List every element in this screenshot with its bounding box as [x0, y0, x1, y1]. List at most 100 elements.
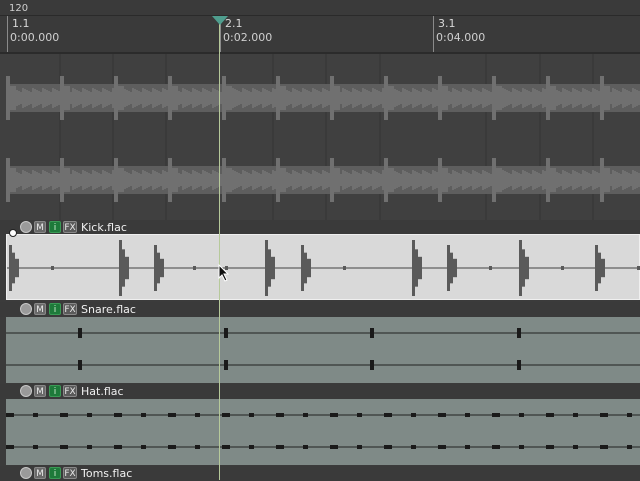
track-header[interactable]: M i FX Snare.flac [0, 302, 640, 317]
overview-wave-bar [150, 174, 152, 186]
overview-wave-bar [514, 171, 516, 189]
overview-wave-bar [496, 168, 498, 192]
fx-button[interactable]: FX [63, 303, 77, 315]
overview-wave-bar [296, 172, 298, 188]
fx-button[interactable]: FX [63, 221, 77, 233]
overview-wave-bar [330, 158, 332, 202]
timeline-ruler[interactable]: 120 1.1 0:00.000 2.1 0:02.000 3.1 0:04.0… [0, 0, 640, 54]
hat-hit [438, 445, 446, 449]
track-clip[interactable] [6, 317, 640, 383]
overview-wave-bar [274, 171, 276, 189]
track-snare[interactable]: M i FX Snare.flac [0, 302, 640, 384]
mute-button[interactable]: M [34, 303, 46, 315]
overview-wave-bar [554, 86, 556, 110]
overview-wave-bar [38, 91, 40, 105]
overview-wave-bar [86, 90, 88, 106]
overview-waveform[interactable] [0, 54, 640, 220]
track-clip[interactable] [6, 234, 640, 300]
overview-wave-bar [336, 86, 338, 110]
mute-button[interactable]: M [34, 467, 46, 479]
hat-hit [87, 413, 92, 417]
overview-wave-bar [372, 88, 374, 108]
overview-wave-bar [400, 174, 402, 186]
overview-wave-bar [450, 174, 452, 186]
overview-wave-bar [378, 173, 380, 187]
overview-wave-bar [416, 172, 418, 188]
track-name[interactable]: Snare.flac [81, 303, 136, 316]
selection-handle[interactable] [9, 229, 17, 237]
overview-wave-bar [456, 172, 458, 188]
overview-wave-bar [532, 170, 534, 190]
playhead-line[interactable] [219, 16, 220, 480]
overview-wave-bar [426, 90, 428, 106]
overview-wave-bar [126, 90, 128, 106]
overview-wave-bar [196, 172, 198, 188]
overview-wave-bar [540, 174, 542, 186]
overview-wave-bar [404, 171, 406, 189]
overview-wave-bar [476, 90, 478, 106]
overview-wave-bar [516, 172, 518, 188]
fx-button[interactable]: FX [63, 467, 77, 479]
track-kick[interactable]: M i FX Kick.flac [0, 220, 640, 302]
overview-wave-bar [98, 173, 100, 187]
overview-wave-bar [32, 88, 34, 108]
overview-wave-bar [302, 88, 304, 108]
overview-wave-bar [280, 168, 282, 192]
kick-ghost-hit [193, 266, 196, 270]
overview-wave-bar [140, 174, 142, 186]
record-input-button[interactable]: i [49, 385, 61, 397]
volume-knob-icon[interactable] [20, 467, 32, 479]
hat-hit [33, 413, 38, 417]
volume-knob-icon[interactable] [20, 303, 32, 315]
overview-wave-bar [292, 170, 294, 190]
overview-wave-bar [476, 172, 478, 188]
kick-hit [525, 256, 529, 280]
overview-wave-bar [334, 168, 336, 192]
ruler-marker[interactable]: 3.1 0:04.000 [433, 16, 485, 52]
overview-wave-bar [512, 88, 514, 108]
mute-button[interactable]: M [34, 221, 46, 233]
overview-wave-bar [156, 90, 158, 106]
overview-wave-bar [32, 170, 34, 190]
overview-wave-bar [588, 91, 590, 105]
tempo-label: 120 [9, 3, 29, 14]
volume-knob-icon[interactable] [20, 221, 32, 233]
record-input-button[interactable]: i [49, 467, 61, 479]
overview-wave-bar [298, 173, 300, 187]
overview-wave-bar [70, 174, 72, 186]
record-input-button[interactable]: i [49, 221, 61, 233]
overview-wave-bar [220, 174, 222, 186]
track-header[interactable]: M i FX Hat.flac [0, 384, 640, 399]
track-header[interactable]: M i FX Kick.flac [0, 220, 640, 235]
ruler-marker[interactable]: 1.1 0:00.000 [7, 16, 59, 52]
overview-wave-bar [130, 92, 132, 104]
kick-ghost-hit [51, 266, 54, 270]
overview-wave-bar [392, 86, 394, 110]
overview-wave-bar [8, 76, 10, 120]
overview-wave-bar [134, 89, 136, 107]
track-header[interactable]: M i FX Toms.flac [0, 466, 640, 481]
track-name[interactable]: Kick.flac [81, 221, 127, 234]
kick-hit [598, 252, 601, 284]
overview-wave-bar [314, 89, 316, 107]
track-clip[interactable] [6, 399, 640, 465]
overview-wave-bar [306, 172, 308, 188]
overview-wave-bar [592, 88, 594, 108]
overview-wave-bar [634, 171, 636, 189]
track-name[interactable]: Toms.flac [81, 467, 132, 480]
track-name[interactable]: Hat.flac [81, 385, 124, 398]
overview-wave-bar [158, 173, 160, 187]
overview-wave-bar [444, 86, 446, 110]
volume-knob-icon[interactable] [20, 385, 32, 397]
overview-wave-bar [20, 92, 22, 104]
fx-button[interactable]: FX [63, 385, 77, 397]
overview-wave-bar [548, 76, 550, 120]
record-input-button[interactable]: i [49, 303, 61, 315]
overview-wave-bar [452, 88, 454, 108]
overview-wave-bar [86, 172, 88, 188]
track-toms[interactable]: M i FX Toms.flac [0, 466, 640, 481]
playhead-triangle-icon[interactable] [212, 16, 228, 25]
track-hat[interactable]: M i FX Hat.flac [0, 384, 640, 466]
mute-button[interactable]: M [34, 385, 46, 397]
kick-ghost-hit [561, 266, 564, 270]
